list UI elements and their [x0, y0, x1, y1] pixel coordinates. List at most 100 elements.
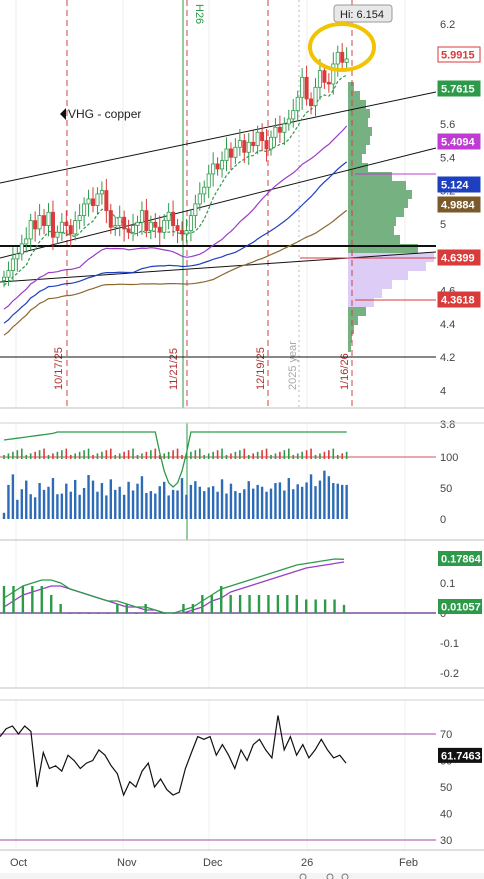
- volume-bar: [29, 494, 32, 519]
- volume-bar: [33, 497, 37, 519]
- volume-tick: [150, 450, 152, 459]
- volume-bar: [109, 479, 112, 519]
- volume-bar: [287, 478, 290, 519]
- bottom-toolbar[interactable]: [0, 873, 484, 879]
- macd-panel: 0.10-0.1-0.20.178640.01057: [0, 551, 482, 680]
- volume-tick: [25, 455, 28, 459]
- macd-histogram-bar: [40, 586, 43, 613]
- candle-body: [206, 173, 211, 188]
- macd-histogram-bar: [295, 595, 298, 613]
- volume-tick: [38, 450, 41, 459]
- volume-bar: [229, 483, 233, 519]
- volume-tick: [61, 450, 63, 459]
- volume-tick: [234, 451, 237, 459]
- volume-bar: [225, 493, 228, 519]
- volume-tick: [47, 455, 50, 459]
- candle-body: [108, 210, 113, 228]
- volume-oscillator-line: [3, 431, 347, 488]
- volume-tick: [29, 453, 32, 459]
- candle-body: [309, 98, 314, 107]
- volume-bar: [274, 483, 277, 519]
- volume-bar: [167, 495, 170, 519]
- candle-body: [197, 193, 202, 205]
- volume-tick: [230, 453, 232, 459]
- macd-histogram-bar: [106, 613, 110, 614]
- candle-body: [68, 225, 73, 235]
- volume-bar: [127, 481, 130, 519]
- vertical-marker-label: 2025 year: [287, 341, 299, 390]
- candle-body: [64, 221, 69, 226]
- volume-bar: [131, 490, 135, 519]
- candle-body: [113, 225, 118, 228]
- volume-bar: [292, 489, 295, 519]
- volume-tick: [247, 455, 250, 459]
- volume-tick: [181, 455, 183, 459]
- candle-body: [193, 203, 198, 216]
- macd-histogram-bar: [248, 595, 251, 613]
- volume-tick: [52, 453, 54, 459]
- volume-profile-bar: [348, 208, 404, 217]
- volume-profile-bar: [348, 343, 351, 352]
- volume-bar: [136, 483, 139, 519]
- volume-tick: [74, 453, 76, 459]
- macd-histogram-bar: [97, 613, 100, 614]
- volume-profile-bar: [348, 217, 396, 226]
- volume-tick: [296, 453, 299, 459]
- candle-body: [242, 140, 247, 153]
- volume-tick: [12, 451, 14, 459]
- volume-tick: [92, 455, 94, 459]
- rsi-tick-label: 70: [440, 729, 452, 741]
- macd-histogram-bar: [323, 599, 327, 613]
- macd-histogram-bar: [276, 595, 280, 613]
- volume-tick: [328, 450, 330, 459]
- macd-histogram-bar: [172, 613, 176, 614]
- macd-histogram-bar: [305, 599, 308, 613]
- volume-bar: [256, 484, 259, 519]
- candle-body: [326, 81, 331, 85]
- volume-tick: [345, 451, 348, 459]
- candle-body: [6, 270, 11, 278]
- candle-body: [144, 210, 149, 231]
- candle-body: [153, 221, 158, 228]
- volume-bar: [69, 491, 72, 519]
- volume-profile-bar: [348, 262, 426, 271]
- volume-bar: [158, 486, 161, 519]
- volume-profile-bar: [348, 172, 392, 181]
- volume-bar: [238, 492, 242, 519]
- volume-profile-bar: [348, 280, 392, 289]
- rsi-panel: 706050403061.7463: [0, 715, 482, 847]
- rsi-tick-label: 50: [440, 782, 452, 794]
- candle-body: [291, 110, 296, 120]
- vertical-marker-label: 1/16/26: [339, 353, 351, 390]
- price-badge-value: 4.6399: [441, 253, 475, 265]
- volume-bar: [42, 489, 46, 519]
- volume-bar: [96, 491, 99, 519]
- volume-bar: [91, 480, 95, 519]
- volume-bar: [207, 487, 210, 519]
- candle-body: [126, 228, 131, 233]
- volume-bar: [105, 495, 108, 519]
- candle-body: [139, 210, 144, 223]
- macd-histogram-bar: [286, 595, 289, 613]
- volume-bar: [149, 491, 153, 519]
- volume-tick: [314, 455, 317, 459]
- candle-body: [255, 131, 260, 147]
- candle-body: [171, 211, 176, 226]
- macd-tick-label: 0.1: [440, 578, 455, 590]
- macd-histogram-bar: [153, 613, 157, 614]
- macd-histogram-bar: [182, 604, 185, 613]
- volume-bar: [247, 481, 250, 519]
- candle-body: [131, 225, 136, 233]
- macd-histogram-bar: [191, 604, 195, 613]
- candle-body: [95, 193, 100, 206]
- volume-profile-bar: [348, 91, 360, 100]
- macd-histogram-bar: [238, 595, 242, 613]
- volume-tick: [136, 455, 139, 459]
- volume-bar: [283, 490, 286, 519]
- volume-bar: [220, 479, 224, 519]
- volume-tick-label: 100: [440, 452, 458, 464]
- volume-tick: [252, 453, 254, 459]
- volume-tick: [163, 453, 165, 459]
- price-tick-label: 3.8: [440, 419, 455, 431]
- volume-tick-label: 0: [440, 514, 446, 526]
